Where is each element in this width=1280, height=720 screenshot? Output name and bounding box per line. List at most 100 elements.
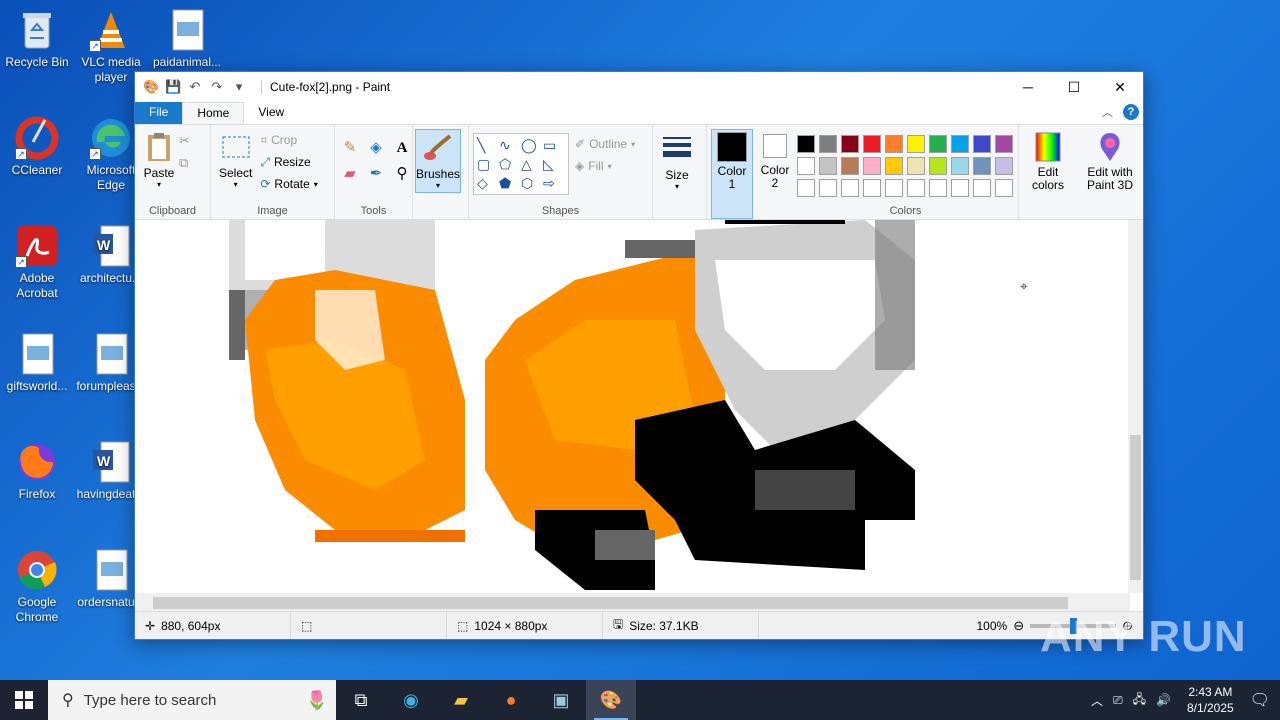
cut-icon[interactable]: ✂	[179, 133, 190, 149]
collapse-ribbon-icon[interactable]: ︿	[1102, 104, 1113, 120]
start-button[interactable]	[0, 680, 48, 720]
icon-label: Adobe Acrobat	[16, 271, 58, 300]
maximize-button[interactable]: ☐	[1051, 72, 1097, 102]
tab-view[interactable]: View	[244, 102, 298, 124]
palette-swatch[interactable]	[863, 157, 881, 175]
palette-swatch[interactable]	[863, 135, 881, 153]
customize-qat-icon[interactable]: ▾	[231, 79, 247, 95]
palette-swatch[interactable]	[797, 157, 815, 175]
copy-icon[interactable]: ⧉	[179, 155, 190, 171]
brushes-group: Brushes ▾	[413, 125, 469, 219]
shapes-gallery[interactable]: ╲ ∿ ◯ ▭ ▢ ⬠ △ ◺ ◇ ⬟ ⬡ ⇨	[473, 133, 569, 195]
palette-swatch[interactable]	[885, 157, 903, 175]
resize-button[interactable]: ⤢ Resize	[260, 151, 317, 173]
palette-swatch[interactable]	[973, 179, 991, 197]
desktop-icon-acrobat[interactable]: ↗ Adobe Acrobat	[1, 224, 73, 301]
palette-swatch[interactable]	[951, 135, 969, 153]
windows-logo-icon	[15, 691, 33, 709]
palette-swatch[interactable]	[995, 157, 1013, 175]
task-view-button[interactable]: ⧉	[336, 680, 386, 720]
select-button[interactable]: Select ▾	[215, 129, 256, 195]
palette-swatch[interactable]	[841, 179, 859, 197]
vertical-scrollbar[interactable]	[1128, 220, 1143, 593]
palette-swatch[interactable]	[929, 135, 947, 153]
palette-swatch[interactable]	[841, 157, 859, 175]
palette-swatch[interactable]	[907, 179, 925, 197]
palette-swatch[interactable]	[819, 135, 837, 153]
zoom-out-icon[interactable]: ⊖	[1013, 618, 1024, 634]
outline-button[interactable]: ✐ Outline ▾	[575, 133, 635, 155]
show-hidden-icons-icon[interactable]: ︿	[1091, 692, 1103, 709]
horizontal-scroll-thumb[interactable]	[153, 597, 1068, 609]
edit-with-paint3d-button[interactable]: Edit with Paint 3D	[1073, 129, 1147, 194]
color-picker-icon[interactable]: ✒	[365, 163, 387, 185]
size-button[interactable]: Size ▾	[657, 129, 697, 193]
shortcut-arrow-icon: ↗	[15, 148, 27, 160]
palette-swatch[interactable]	[973, 157, 991, 175]
palette-swatch[interactable]	[973, 135, 991, 153]
taskbar-edge[interactable]: ◉	[386, 680, 436, 720]
fill-button[interactable]: ◈ Fill ▾	[575, 155, 635, 177]
desktop-icon-giftsworld[interactable]: giftsworld...	[1, 332, 73, 394]
palette-swatch[interactable]	[863, 179, 881, 197]
image-group: Select ▾ ⌗ Crop ⤢ Resize ⟳ Rotate ▾ Image	[211, 125, 335, 219]
desktop-icon-chrome[interactable]: Google Chrome	[1, 548, 73, 625]
brushes-button[interactable]: Brushes ▾	[415, 129, 461, 193]
vertical-scroll-thumb[interactable]	[1130, 435, 1141, 580]
palette-swatch[interactable]	[885, 135, 903, 153]
file-size-text: Size: 37.1KB	[629, 618, 699, 633]
color1-button[interactable]: Color 1	[711, 129, 753, 219]
desktop-icon-paidanimal[interactable]: paidanimal...	[151, 8, 223, 70]
device-icon[interactable]: ⎚	[1113, 693, 1123, 708]
magnifier-icon[interactable]: ⚲	[391, 163, 413, 185]
palette-swatch[interactable]	[907, 135, 925, 153]
palette-swatch[interactable]	[819, 157, 837, 175]
drawing-canvas[interactable]: ⌖	[135, 220, 1130, 593]
window-title: Cute-fox[2].png - Paint	[261, 80, 390, 94]
horizontal-scrollbar[interactable]	[135, 593, 1130, 613]
desktop-icon-recycle-bin[interactable]: Recycle Bin	[1, 8, 73, 70]
palette-swatch[interactable]	[885, 179, 903, 197]
volume-icon[interactable]: 🔊	[1156, 693, 1171, 707]
taskbar-paint[interactable]: 🎨	[586, 680, 636, 720]
save-icon[interactable]: 💾	[165, 79, 181, 95]
palette-swatch[interactable]	[995, 135, 1013, 153]
desktop-icon-ccleaner[interactable]: ↗ CCleaner	[1, 116, 73, 178]
notifications-icon[interactable]: 🗨	[1250, 690, 1270, 710]
close-button[interactable]: ✕	[1097, 72, 1143, 102]
crop-button[interactable]: ⌗ Crop	[260, 129, 317, 151]
palette-swatch[interactable]	[951, 179, 969, 197]
palette-swatch[interactable]	[819, 179, 837, 197]
rotate-button[interactable]: ⟳ Rotate ▾	[260, 173, 317, 195]
image-viewer-icon: ▣	[552, 689, 570, 710]
redo-icon[interactable]: ↷	[209, 79, 225, 95]
palette-swatch[interactable]	[797, 135, 815, 153]
fill-bucket-icon[interactable]: ◈	[365, 137, 387, 159]
taskbar-search[interactable]: ⚲ Type here to search 🌷	[48, 680, 336, 720]
help-icon[interactable]: ?	[1123, 104, 1139, 120]
color2-button[interactable]: Color 2	[755, 129, 795, 219]
palette-swatch[interactable]	[841, 135, 859, 153]
tab-home[interactable]: Home	[182, 102, 245, 124]
taskbar-firefox[interactable]: ●	[486, 680, 536, 720]
paste-button[interactable]: Paste ▾	[139, 129, 179, 191]
palette-swatch[interactable]	[929, 157, 947, 175]
pencil-icon[interactable]: ✎	[339, 137, 361, 159]
desktop-icon-firefox[interactable]: Firefox	[1, 440, 73, 502]
palette-swatch[interactable]	[907, 157, 925, 175]
eraser-icon[interactable]: ▰	[339, 163, 361, 185]
undo-icon[interactable]: ↶	[187, 79, 203, 95]
edit-colors-button[interactable]: Edit colors	[1023, 129, 1073, 194]
palette-swatch[interactable]	[951, 157, 969, 175]
palette-swatch[interactable]	[797, 179, 815, 197]
clock[interactable]: 2:43 AM 8/1/2025	[1181, 684, 1240, 716]
palette-swatch[interactable]	[995, 179, 1013, 197]
clock-date: 8/1/2025	[1186, 701, 1234, 715]
text-icon[interactable]: A	[391, 137, 413, 159]
taskbar-file-explorer[interactable]: ▰	[436, 680, 486, 720]
network-icon[interactable]: 🖧	[1133, 690, 1146, 711]
minimize-button[interactable]: ─	[1005, 72, 1051, 102]
tab-file[interactable]: File	[135, 102, 183, 124]
taskbar-photo-viewer[interactable]: ▣	[536, 680, 586, 720]
palette-swatch[interactable]	[929, 179, 947, 197]
